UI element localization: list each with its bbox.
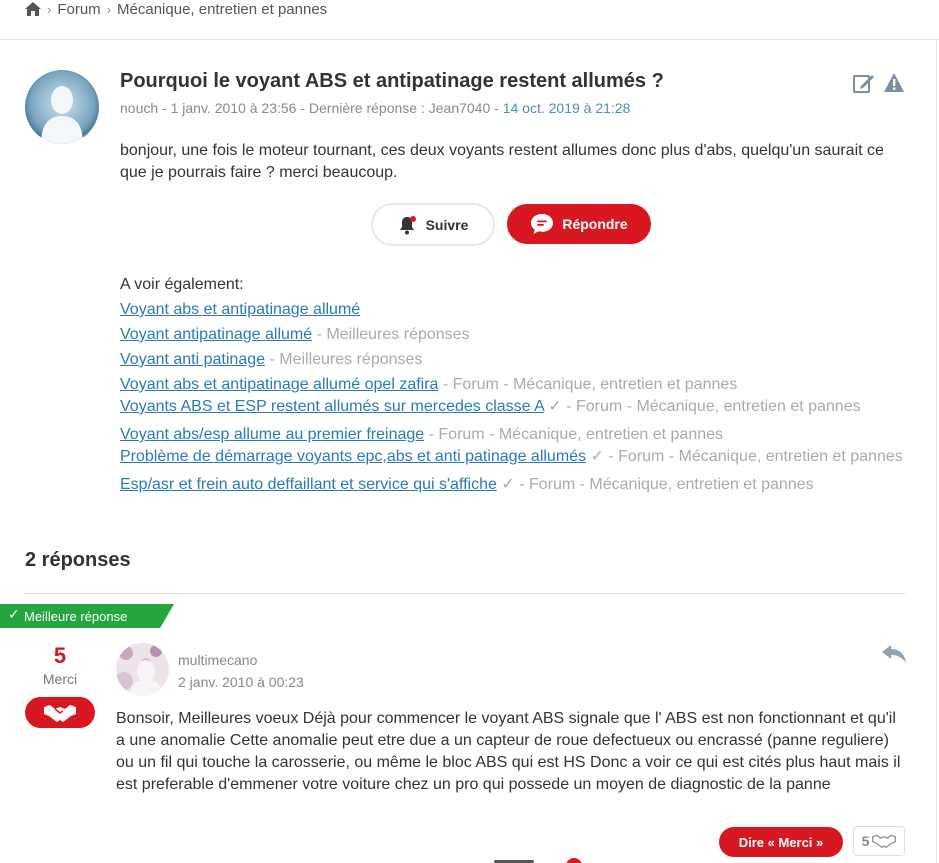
bell-icon — [399, 215, 416, 234]
question-date: 1 janv. 2010 à 23:56 — [170, 100, 297, 116]
see-also-link[interactable]: Voyants ABS et ESP restent allumés sur m… — [120, 398, 544, 415]
page-title: Pourquoi le voyant ABS et antipatinage r… — [120, 70, 664, 92]
see-also-suffix: ✓ - Forum - Mécanique, entretien et pann… — [543, 398, 861, 415]
see-also-link[interactable]: Esp/asr et frein auto deffaillant et ser… — [120, 476, 497, 493]
breadcrumb: › Forum › Mécanique, entretien et pannes — [25, 0, 327, 18]
handshake-icon — [44, 704, 76, 722]
content-border — [936, 39, 937, 863]
thanks-vote-button[interactable] — [25, 697, 95, 728]
breadcrumb-forum[interactable]: Forum — [57, 1, 100, 18]
header-divider — [0, 39, 939, 40]
see-also-link[interactable]: Voyant abs et antipatinage allumé — [120, 301, 360, 318]
last-reply-label: Dernière réponse : — [308, 100, 425, 116]
chevron-right-icon: › — [47, 1, 52, 17]
question-author[interactable]: nouch — [120, 100, 158, 116]
last-reply-date[interactable]: 14 oct. 2019 à 21:28 — [503, 100, 631, 116]
chat-bubble-icon — [531, 214, 554, 234]
see-also-item: Voyant abs et antipatinage allumé — [120, 297, 910, 322]
best-answer-badge: ✓ Meilleure réponse — [0, 604, 174, 628]
handshake-icon — [872, 834, 897, 849]
meta-separator: - — [300, 100, 309, 116]
see-also-link[interactable]: Voyant abs/esp allume au premier freinag… — [120, 426, 424, 443]
vote-label: Merci — [42, 671, 78, 687]
follow-label: Suivre — [425, 216, 469, 233]
see-also-heading: A voir également: — [120, 276, 244, 293]
meta-separator: - — [494, 100, 503, 116]
breadcrumb-category[interactable]: Mécanique, entretien et pannes — [117, 1, 327, 18]
home-icon[interactable] — [25, 2, 41, 16]
see-also-link[interactable]: Voyant abs et antipatinage allumé opel z… — [120, 376, 438, 393]
warning-icon[interactable] — [883, 72, 905, 94]
last-reply-author[interactable]: Jean7040 — [429, 100, 491, 116]
meta-separator: - — [162, 100, 171, 116]
question-body: bonjour, une fois le moteur tournant, ce… — [120, 142, 884, 181]
answer-body: Bonsoir, Meilleures voeux Déjà pour comm… — [116, 710, 901, 793]
see-also-item: Esp/asr et frein auto deffaillant et ser… — [120, 472, 910, 497]
edit-icon[interactable] — [853, 72, 875, 94]
check-icon: ✓ — [8, 606, 20, 622]
see-also-item: Voyant abs/esp allume au premier freinag… — [120, 422, 910, 447]
see-also-item: Voyant antipatinage allumé - Meilleures … — [120, 322, 910, 347]
see-also-suffix: - Meilleures réponses — [265, 351, 423, 368]
chevron-right-icon: › — [106, 1, 112, 17]
thanks-count-value: 5 — [861, 833, 870, 849]
see-also-suffix: - Forum - Mécanique, entretien et pannes — [438, 376, 738, 393]
answer-date: 2 janv. 2010 à 00:23 — [178, 674, 304, 690]
avatar[interactable] — [116, 643, 169, 696]
see-also: A voir également: Voyant abs et antipati… — [120, 272, 910, 497]
vote-count: 5 — [53, 643, 67, 668]
thanks-count: 5 — [853, 826, 905, 856]
reply-label: Répondre — [562, 216, 628, 232]
follow-button[interactable]: Suivre — [371, 203, 495, 246]
see-also-item: Voyant anti patinage - Meilleures répons… — [120, 347, 910, 372]
divider — [25, 593, 905, 594]
say-thanks-button[interactable]: Dire « Merci » — [719, 827, 843, 857]
answer-author[interactable]: multimecano — [178, 652, 257, 668]
question-actions — [853, 72, 905, 94]
see-also-item: Voyants ABS et ESP restent allumés sur m… — [120, 397, 910, 417]
see-also-suffix: ✓ - Forum - Mécanique, entretien et pann… — [586, 448, 903, 465]
best-answer-label: Meilleure réponse — [24, 608, 128, 624]
see-also-link[interactable]: Problème de démarrage voyants epc,abs et… — [120, 448, 586, 465]
reply-icon[interactable] — [881, 643, 907, 665]
avatar[interactable] — [25, 70, 99, 144]
see-also-item: Voyant abs et antipatinage allumé opel z… — [120, 372, 910, 397]
see-also-link[interactable]: Voyant anti patinage — [120, 351, 265, 368]
answers-count: 2 réponses — [25, 549, 131, 571]
question-meta: nouch - 1 janv. 2010 à 23:56 - Dernière … — [120, 100, 630, 116]
next-answer-cutoff-icon — [566, 858, 582, 863]
see-also-item: Problème de démarrage voyants epc,abs et… — [120, 447, 910, 467]
see-also-link[interactable]: Voyant antipatinage allumé — [120, 326, 312, 343]
see-also-suffix: - Forum - Mécanique, entretien et pannes — [424, 426, 724, 443]
reply-button[interactable]: Répondre — [507, 204, 651, 244]
see-also-suffix: ✓ - Forum - Mécanique, entretien et pann… — [496, 476, 814, 493]
see-also-suffix: - Meilleures réponses — [312, 326, 470, 343]
